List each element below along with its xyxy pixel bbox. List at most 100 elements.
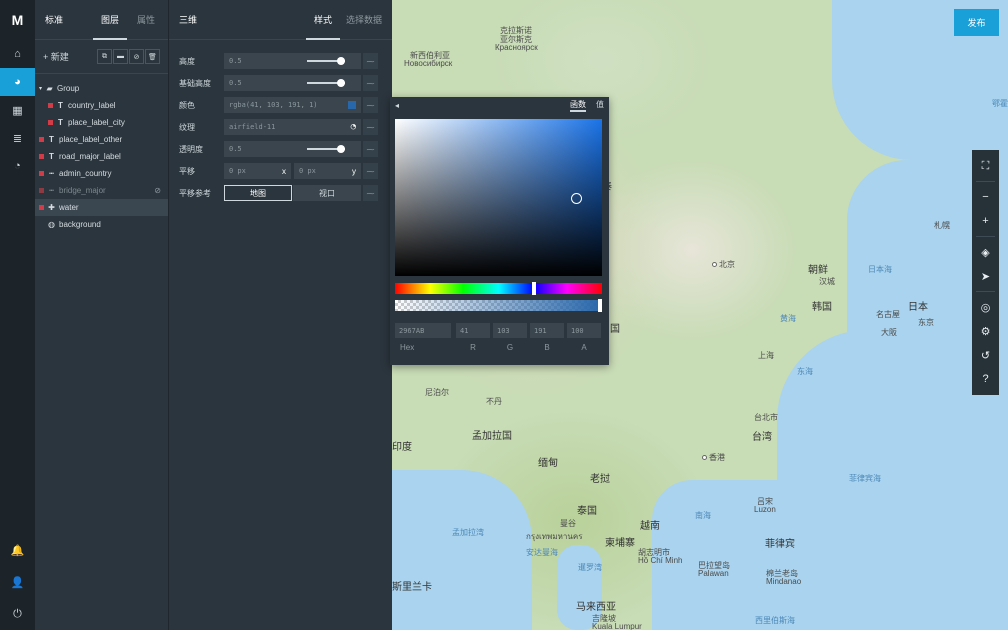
- zoom-function-icon[interactable]: ⁓: [363, 141, 378, 157]
- map-label: Kuala Lumpur: [592, 622, 642, 630]
- folder-icon[interactable]: ▬: [113, 49, 128, 64]
- map-label: 国: [610, 324, 620, 335]
- new-layer-button[interactable]: + 新建: [43, 50, 69, 63]
- zoom-in-icon[interactable]: +: [972, 209, 999, 233]
- navigation-icon[interactable]: ➤: [972, 264, 999, 288]
- debug-icon[interactable]: ⚙: [972, 319, 999, 343]
- eye-off-icon[interactable]: ⊘: [154, 186, 161, 195]
- zoom-function-icon[interactable]: ⁓: [363, 97, 378, 113]
- layer-label: Group: [57, 84, 80, 93]
- hue-slider[interactable]: [395, 282, 602, 295]
- slider-knob[interactable]: [337, 145, 345, 153]
- bell-icon[interactable]: 🔔: [0, 534, 35, 566]
- base-height-slider[interactable]: [307, 79, 345, 87]
- help-icon[interactable]: ?: [972, 367, 999, 391]
- map-label: 台北市: [754, 413, 778, 422]
- g-input[interactable]: 103: [493, 323, 527, 338]
- b-input[interactable]: 191: [530, 323, 564, 338]
- dashboard-icon[interactable]: ▦: [0, 96, 35, 124]
- layer-item[interactable]: T place_label_other: [35, 131, 168, 148]
- layer-item[interactable]: ┅ bridge_major ⊘: [35, 182, 168, 199]
- tab-select-data[interactable]: 选择数据: [346, 0, 382, 40]
- user-icon[interactable]: 👤: [0, 566, 35, 598]
- a-field-group: 100 A: [567, 323, 601, 352]
- color-swatch[interactable]: [348, 101, 356, 109]
- map-label: 孟加拉湾: [452, 528, 484, 537]
- collapse-caret-icon[interactable]: ◂: [395, 101, 399, 110]
- tab-style[interactable]: 样式: [305, 0, 341, 40]
- texture-input[interactable]: airfield-11 ◔: [224, 119, 361, 135]
- zoom-function-icon[interactable]: ⁓: [363, 53, 378, 69]
- tab-value[interactable]: 值: [596, 99, 604, 112]
- translate-y-input[interactable]: 0 px y: [294, 163, 361, 179]
- opacity-slider[interactable]: [307, 145, 345, 153]
- home-icon[interactable]: ⌂: [0, 40, 35, 68]
- map-label: 朝鲜: [808, 265, 828, 276]
- map-label: 韩国: [812, 302, 832, 313]
- anchor-viewport-option[interactable]: 视口: [293, 185, 361, 201]
- map-controls: ⛶ − + ◈ ➤ ◎ ⚙ ↺ ?: [972, 150, 999, 395]
- palette-icon[interactable]: ◔: [351, 122, 356, 132]
- alpha-slider[interactable]: [395, 299, 602, 312]
- height-slider[interactable]: [307, 57, 345, 65]
- map-label: 汉城: [819, 277, 835, 286]
- layer-item[interactable]: T place_label_city: [35, 114, 168, 131]
- zoom-out-icon[interactable]: −: [972, 185, 999, 209]
- history-icon[interactable]: ↺: [972, 343, 999, 367]
- database-icon[interactable]: ≣: [0, 124, 35, 152]
- layer-item[interactable]: ┅ admin_country: [35, 165, 168, 182]
- delete-icon[interactable]: 🗑: [145, 49, 160, 64]
- layer-group[interactable]: ▾ ▰ Group: [35, 80, 168, 97]
- hide-icon[interactable]: ⊘: [129, 49, 144, 64]
- line-layer-icon: ┅: [49, 169, 54, 178]
- zoom-function-icon[interactable]: ⁓: [363, 163, 378, 179]
- map-label: Mindanao: [766, 577, 802, 586]
- tab-layers[interactable]: 图层: [93, 0, 128, 40]
- b-field-group: 191 B: [530, 323, 564, 352]
- layer-label: bridge_major: [59, 186, 106, 195]
- opacity-input[interactable]: 0.5: [224, 141, 361, 157]
- layer-item[interactable]: ✚ water: [35, 199, 168, 216]
- layer-item[interactable]: ◍ background: [35, 216, 168, 233]
- tab-properties[interactable]: 属性: [137, 0, 155, 40]
- alpha-knob[interactable]: [598, 299, 602, 312]
- hex-input[interactable]: 2967AB: [395, 323, 451, 338]
- layers-toolbar: + 新建 ⧉ ▬ ⊘ 🗑: [35, 40, 168, 74]
- height-value: 0.5: [229, 57, 242, 65]
- translate-x-input[interactable]: 0 px x: [224, 163, 291, 179]
- publish-button[interactable]: 发布: [954, 9, 999, 36]
- new-layer-label: 新建: [50, 52, 69, 62]
- base-height-input[interactable]: 0.5: [224, 75, 361, 91]
- palette-icon[interactable]: ◕: [0, 68, 35, 96]
- layer-item[interactable]: T country_label: [35, 97, 168, 114]
- zoom-function-icon[interactable]: ⁓: [363, 119, 378, 135]
- fullscreen-icon[interactable]: ⛶: [972, 154, 999, 178]
- zoom-function-icon[interactable]: ⁓: [363, 185, 378, 201]
- zoom-function-icon[interactable]: ⁓: [363, 75, 378, 91]
- pie-chart-icon[interactable]: ◔: [0, 152, 35, 180]
- copy-icon[interactable]: ⧉: [97, 49, 112, 64]
- caret-down-icon[interactable]: ▾: [39, 85, 42, 92]
- power-icon[interactable]: ⏻: [0, 598, 35, 630]
- hue-knob[interactable]: [532, 282, 536, 295]
- anchor-map-option[interactable]: 地图: [224, 185, 292, 201]
- a-input[interactable]: 100: [567, 323, 601, 338]
- layers-icon[interactable]: ◈: [972, 240, 999, 264]
- slider-knob[interactable]: [337, 57, 345, 65]
- locate-icon[interactable]: ◎: [972, 295, 999, 319]
- map-label: 日本海: [868, 265, 892, 274]
- slider-knob[interactable]: [337, 79, 345, 87]
- b-caption: B: [544, 343, 550, 352]
- saturation-field[interactable]: [395, 119, 602, 276]
- layer-item[interactable]: T road_major_label: [35, 148, 168, 165]
- r-input[interactable]: 41: [456, 323, 490, 338]
- map-label: 缅甸: [538, 458, 558, 469]
- map-label: 黄海: [780, 314, 796, 323]
- app-logo[interactable]: M: [0, 0, 35, 40]
- opacity-row: 透明度 0.5 ⁓: [169, 138, 392, 160]
- color-value: rgba(41, 103, 191, 1): [229, 101, 318, 109]
- color-input[interactable]: rgba(41, 103, 191, 1): [224, 97, 361, 113]
- height-input[interactable]: 0.5: [224, 53, 361, 69]
- color-cursor[interactable]: [571, 193, 582, 204]
- tab-function[interactable]: 函数: [570, 99, 586, 112]
